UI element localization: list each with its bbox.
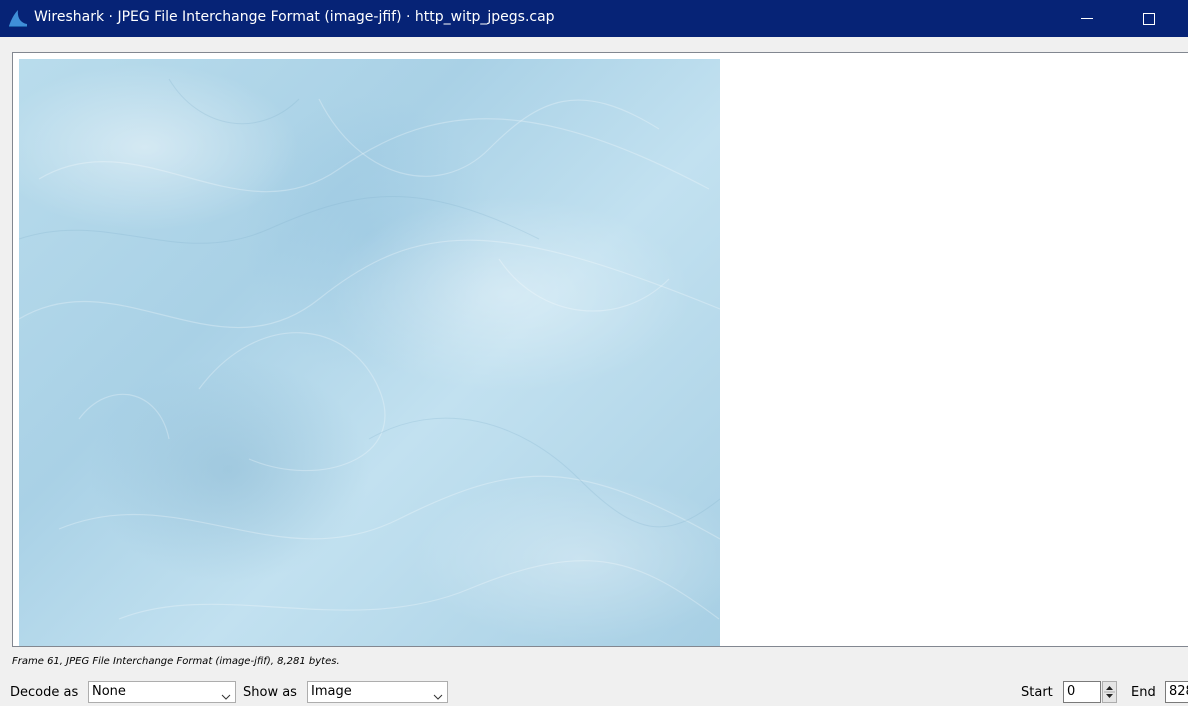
chevron-down-icon bbox=[221, 688, 231, 700]
show-as-value: Image bbox=[311, 684, 352, 699]
status-text: Frame 61, JPEG File Interchange Format (… bbox=[12, 656, 340, 667]
maximize-button[interactable] bbox=[1120, 0, 1178, 37]
end-label: End bbox=[1131, 685, 1156, 700]
start-spinbox[interactable]: 0 bbox=[1063, 681, 1101, 703]
start-label: Start bbox=[1021, 685, 1053, 700]
decoded-jpeg-image bbox=[19, 59, 720, 646]
window-title: Wireshark · JPEG File Interchange Format… bbox=[34, 9, 555, 25]
start-spin-buttons[interactable] bbox=[1102, 681, 1117, 703]
end-spinbox[interactable]: 828 bbox=[1165, 681, 1188, 703]
wireshark-fin-icon bbox=[7, 7, 29, 29]
chevron-down-icon bbox=[433, 688, 443, 700]
spin-arrows-icon bbox=[1104, 686, 1115, 698]
minimize-button[interactable] bbox=[1058, 0, 1116, 37]
show-as-label: Show as bbox=[243, 685, 297, 700]
image-viewer-pane[interactable] bbox=[12, 52, 1188, 647]
show-as-combo[interactable]: Image bbox=[307, 681, 448, 703]
decode-as-combo[interactable]: None bbox=[88, 681, 236, 703]
decode-as-label: Decode as bbox=[10, 685, 79, 700]
maximize-icon bbox=[1143, 12, 1155, 25]
start-value: 0 bbox=[1067, 684, 1076, 699]
decode-as-value: None bbox=[92, 684, 126, 699]
title-bar: Wireshark · JPEG File Interchange Format… bbox=[0, 0, 1188, 37]
controls-bar: Decode as None Show as Image Start 0 End… bbox=[0, 680, 1188, 703]
minimize-icon bbox=[1081, 18, 1093, 19]
end-value: 828 bbox=[1169, 684, 1188, 699]
